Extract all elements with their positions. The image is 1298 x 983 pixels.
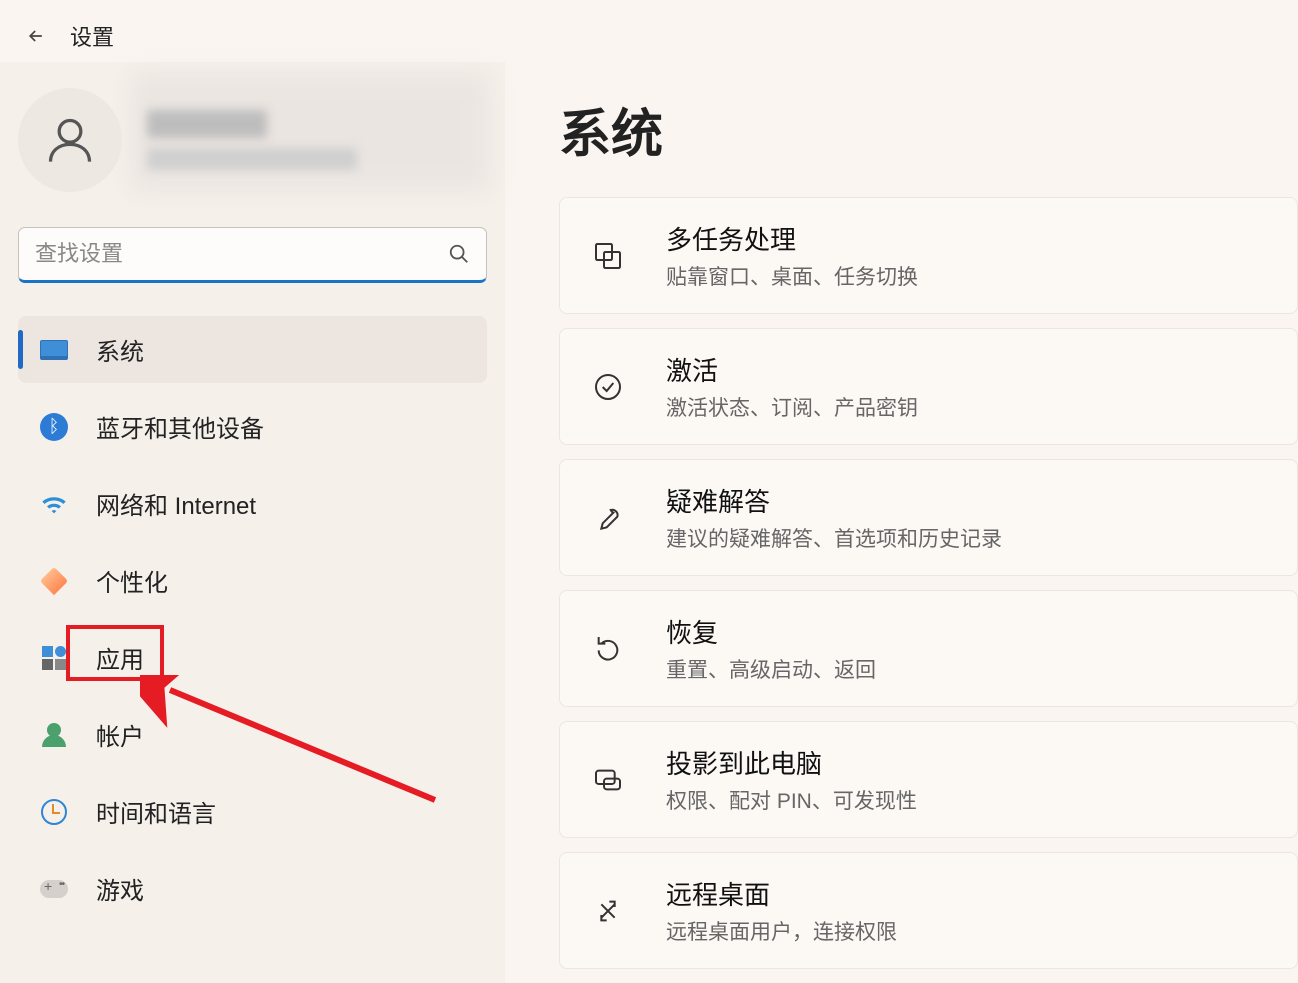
- back-button[interactable]: [20, 20, 52, 52]
- card-recovery[interactable]: 恢复 重置、高级启动、返回: [559, 590, 1298, 707]
- nav-label: 应用: [96, 640, 144, 675]
- card-troubleshoot[interactable]: 疑难解答 建议的疑难解答、首选项和历史记录: [559, 459, 1298, 576]
- projecting-icon: [588, 760, 628, 800]
- multitask-icon: [588, 236, 628, 276]
- card-title: 多任务处理: [666, 220, 918, 257]
- card-desc: 远程桌面用户，连接权限: [666, 916, 897, 946]
- card-activation[interactable]: 激活 激活状态、订阅、产品密钥: [559, 328, 1298, 445]
- card-remote-desktop[interactable]: 远程桌面 远程桌面用户，连接权限: [559, 852, 1298, 969]
- nav-personalization[interactable]: 个性化: [18, 547, 487, 614]
- card-desc: 建议的疑难解答、首选项和历史记录: [666, 523, 1002, 553]
- avatar: [18, 88, 122, 192]
- nav-system[interactable]: 系统: [18, 316, 487, 383]
- bluetooth-icon: ᛒ: [38, 411, 70, 443]
- remote-desktop-icon: [588, 891, 628, 931]
- user-account-block[interactable]: [0, 70, 505, 227]
- card-desc: 权限、配对 PIN、可发现性: [666, 785, 917, 815]
- user-text: [147, 110, 357, 170]
- card-title: 投影到此电脑: [666, 744, 917, 781]
- nav-label: 网络和 Internet: [96, 486, 256, 521]
- nav-label: 蓝牙和其他设备: [96, 409, 264, 444]
- card-title: 恢复: [666, 613, 876, 650]
- person-icon: [44, 114, 96, 166]
- content-title: 系统: [559, 92, 1298, 167]
- nav-label: 个性化: [96, 563, 168, 598]
- wrench-icon: [588, 498, 628, 538]
- nav-bluetooth[interactable]: ᛒ 蓝牙和其他设备: [18, 393, 487, 460]
- card-desc: 激活状态、订阅、产品密钥: [666, 392, 918, 422]
- card-title: 远程桌面: [666, 875, 897, 912]
- content-area: 系统 多任务处理 贴靠窗口、桌面、任务切换 激活 激活状态、订阅、产品密钥: [505, 62, 1298, 983]
- nav-label: 系统: [96, 332, 144, 367]
- header: 设置: [0, 0, 1298, 62]
- nav-apps[interactable]: 应用: [18, 624, 487, 691]
- header-title: 设置: [70, 20, 114, 52]
- card-title: 疑难解答: [666, 482, 1002, 519]
- clock-icon: [38, 796, 70, 828]
- brush-icon: [38, 565, 70, 597]
- nav-label: 帐户: [96, 717, 144, 752]
- arrow-left-icon: [26, 26, 46, 46]
- nav-accounts[interactable]: 帐户: [18, 701, 487, 768]
- nav: 系统 ᛒ 蓝牙和其他设备 网络和 Internet 个性化 应用: [0, 311, 505, 937]
- nav-network[interactable]: 网络和 Internet: [18, 470, 487, 537]
- user-email-redacted: [147, 148, 357, 170]
- search-box[interactable]: [18, 227, 487, 283]
- nav-label: 时间和语言: [96, 794, 216, 829]
- card-desc: 贴靠窗口、桌面、任务切换: [666, 261, 918, 291]
- user-name-redacted: [147, 110, 267, 138]
- recovery-icon: [588, 629, 628, 669]
- search-icon: [448, 243, 470, 265]
- search-input[interactable]: [35, 241, 448, 267]
- sidebar: 系统 ᛒ 蓝牙和其他设备 网络和 Internet 个性化 应用: [0, 62, 505, 983]
- checkmark-circle-icon: [588, 367, 628, 407]
- nav-time-language[interactable]: 时间和语言: [18, 778, 487, 845]
- display-icon: [38, 334, 70, 366]
- wifi-icon: [38, 488, 70, 520]
- card-title: 激活: [666, 351, 918, 388]
- card-projecting[interactable]: 投影到此电脑 权限、配对 PIN、可发现性: [559, 721, 1298, 838]
- apps-icon: [38, 642, 70, 674]
- card-desc: 重置、高级启动、返回: [666, 654, 876, 684]
- account-icon: [38, 719, 70, 751]
- card-multitask[interactable]: 多任务处理 贴靠窗口、桌面、任务切换: [559, 197, 1298, 314]
